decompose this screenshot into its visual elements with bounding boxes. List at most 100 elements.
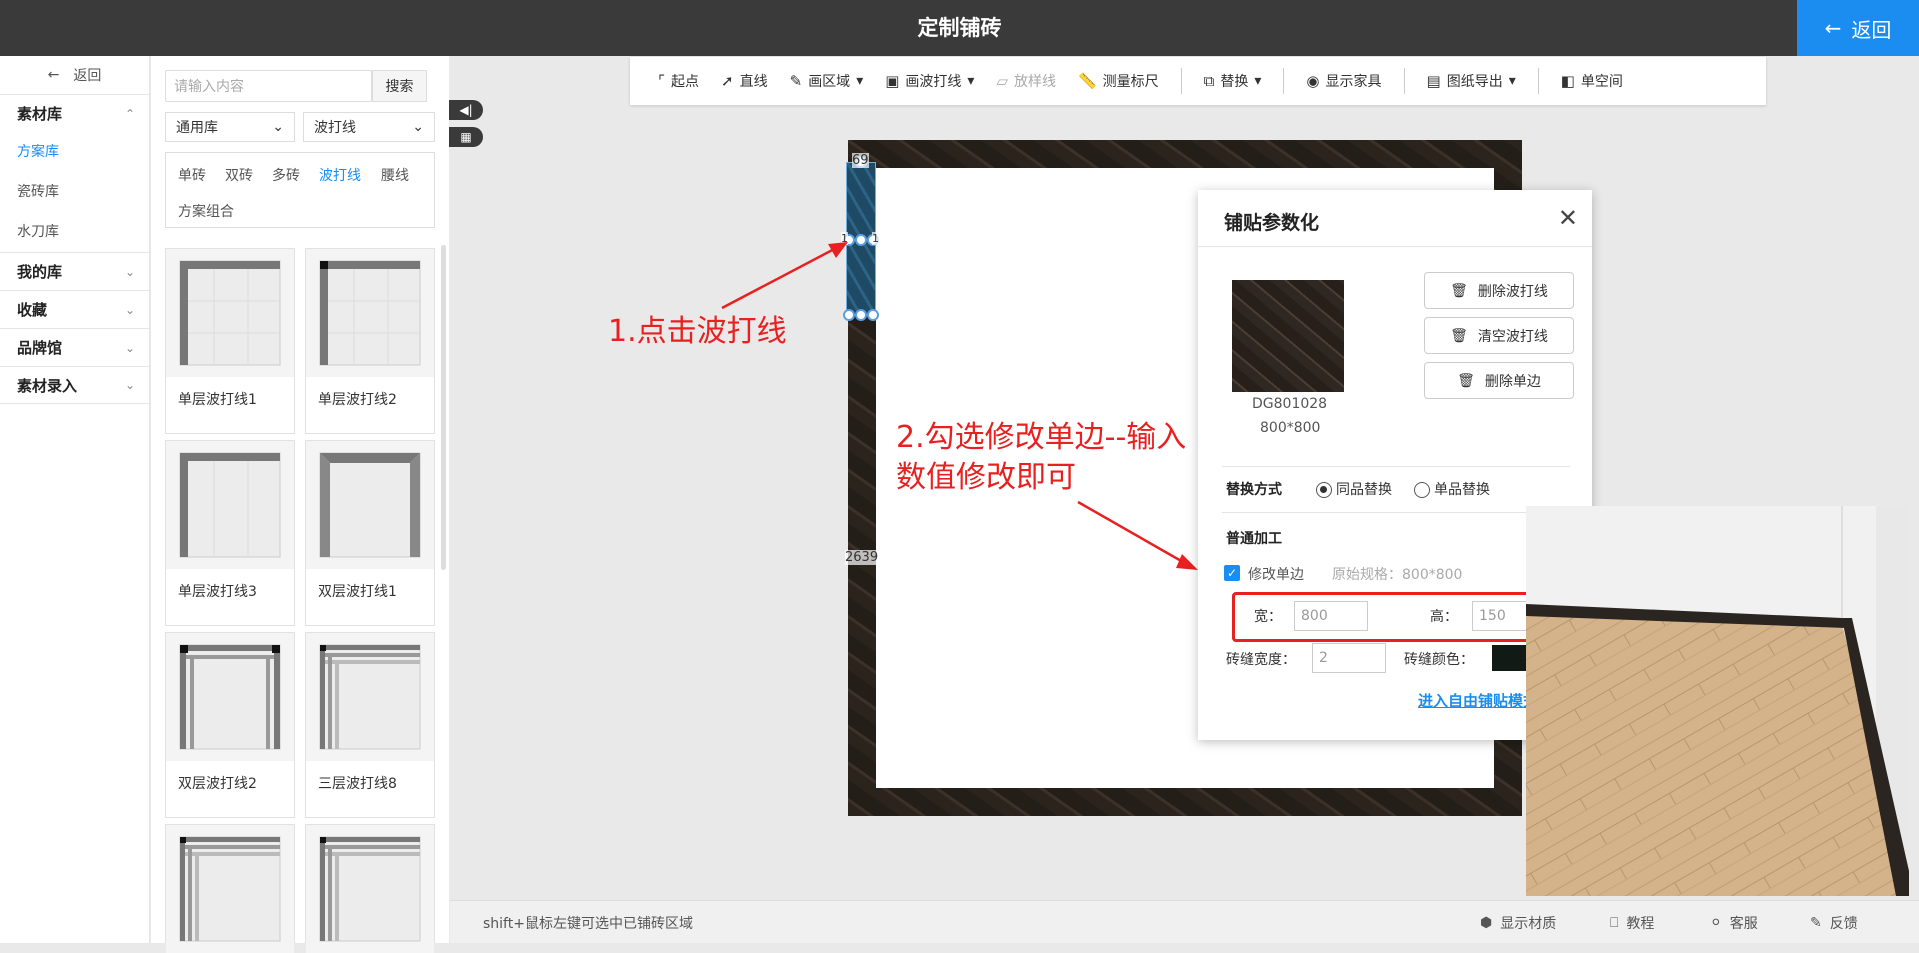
status-item-label: 教程	[1626, 916, 1655, 932]
close-icon[interactable]: ✕	[1558, 204, 1578, 232]
edit-icon: ✎	[1810, 915, 1822, 931]
library-item[interactable]: 双层波打线1	[305, 440, 435, 626]
grid-icon: ▦	[460, 130, 472, 144]
collapse-left-icon: ◀|	[459, 103, 473, 117]
nav-section-my-library[interactable]: 我的库 ⌄	[0, 252, 149, 290]
headset-icon: ⚪	[1710, 915, 1722, 931]
check-icon: ✓	[1226, 566, 1238, 580]
status-hint-text: shift+鼠标左键可选中已铺砖区域	[483, 916, 693, 932]
caret-down-icon: ▾	[967, 73, 975, 89]
filter-single-tile[interactable]: 单砖	[178, 165, 206, 185]
filter-waist-line[interactable]: 腰线	[381, 165, 409, 185]
feedback-button[interactable]: ✎ 反馈	[1810, 913, 1858, 933]
button-label: 删除波打线	[1477, 283, 1548, 300]
width-label: 宽：	[1254, 609, 1282, 625]
nav-back-button[interactable]: ← 返回	[0, 56, 149, 94]
gap-width-input[interactable]: 2	[1312, 643, 1386, 673]
nav-item-waterjet-library[interactable]: 水刀库	[0, 212, 149, 252]
library-item[interactable]: 单层波打线1	[165, 248, 295, 434]
nav-section-material-library[interactable]: 素材库 ⌃	[0, 94, 149, 132]
tile-swatch[interactable]	[1232, 280, 1344, 392]
border-pattern-thumb	[306, 825, 434, 953]
modify-edge-checkbox[interactable]: ✓	[1224, 565, 1240, 581]
radio-single-product[interactable]: 单品替换	[1414, 479, 1490, 499]
height-label: 高：	[1430, 609, 1458, 625]
original-spec: 原始规格：800*800	[1332, 567, 1463, 583]
search-input[interactable]: 请输入内容	[165, 70, 372, 102]
category-select[interactable]: 波打线 ⌄	[303, 112, 435, 142]
eye-icon: ◉	[1306, 72, 1320, 90]
trash-icon: 🗑	[1457, 372, 1475, 389]
show-material-button[interactable]: ⬢ 显示材质	[1480, 913, 1556, 933]
radio-checked-icon	[1316, 482, 1332, 498]
height-value: 150	[1479, 608, 1506, 624]
tool-label: 直线	[739, 74, 768, 90]
filter-border-line[interactable]: 波打线	[319, 165, 361, 185]
gap-width-value: 2	[1319, 650, 1328, 666]
tool-label: 替换	[1220, 74, 1249, 90]
library-item-label: 双层波打线1	[318, 584, 397, 600]
nav-item-tile-library[interactable]: 瓷砖库	[0, 172, 149, 212]
tool-start-point[interactable]: ⌜ 起点	[658, 71, 699, 91]
nav-section-brand-hall[interactable]: 品牌馆 ⌄	[0, 328, 149, 366]
tool-single-space[interactable]: ◧ 单空间	[1561, 71, 1623, 91]
tile-size: 800*800	[1260, 420, 1321, 436]
tool-measure[interactable]: 📏 测量标尺	[1078, 71, 1159, 91]
nav-section-label: 收藏	[17, 301, 48, 319]
border-pattern-thumb	[306, 249, 434, 377]
status-item-label: 显示材质	[1500, 916, 1557, 932]
library-item[interactable]	[305, 824, 435, 953]
library-item-label: 双层波打线2	[178, 776, 257, 792]
tool-label: 放样线	[1013, 74, 1056, 90]
start-point-icon: ⌜	[658, 72, 666, 90]
tool-straight-line[interactable]: ➚ 直线	[721, 71, 768, 91]
dialog-divider	[1222, 466, 1570, 467]
filter-scheme-combo[interactable]: 方案组合	[178, 201, 234, 221]
button-label: 清空波打线	[1477, 328, 1548, 345]
search-placeholder: 请输入内容	[174, 79, 244, 95]
library-item[interactable]: 双层波打线2	[165, 632, 295, 818]
filter-tabs: 单砖 双砖 多砖 波打线 腰线 方案组合	[165, 152, 435, 228]
library-item[interactable]: 三层波打线8	[305, 632, 435, 818]
tool-label: 画区域	[808, 74, 851, 90]
dialog-title: 铺贴参数化	[1224, 212, 1320, 234]
tool-draw-border[interactable]: ▣ 画波打线 ▾	[885, 71, 974, 91]
nav-section-material-entry[interactable]: 素材录入 ⌄	[0, 366, 149, 404]
tool-show-furniture[interactable]: ◉ 显示家具	[1306, 71, 1381, 91]
library-item-label: 单层波打线1	[178, 392, 257, 408]
library-item[interactable]: 单层波打线3	[165, 440, 295, 626]
replace-icon: ⧉	[1203, 72, 1215, 90]
free-paving-mode-link[interactable]: 进入自由铺贴模式	[1418, 690, 1538, 711]
filter-double-tile[interactable]: 双砖	[225, 165, 253, 185]
delete-edge-button[interactable]: 🗑 删除单边	[1424, 362, 1574, 399]
search-button[interactable]: 搜索	[372, 70, 427, 102]
library-item[interactable]: 单层波打线2	[305, 248, 435, 434]
nav-item-scheme-library[interactable]: 方案库	[0, 132, 149, 172]
tool-export-drawing[interactable]: ▤ 图纸导出 ▾	[1427, 71, 1516, 91]
nav-section-favorites[interactable]: 收藏 ⌄	[0, 290, 149, 328]
grid-view-button[interactable]: ▦	[449, 127, 483, 147]
back-button[interactable]: ← 返回	[1797, 0, 1919, 56]
nav-section-label: 素材库	[17, 105, 63, 123]
tool-draw-area[interactable]: ✎ 画区域 ▾	[790, 71, 864, 91]
customer-service-button[interactable]: ⚪ 客服	[1710, 913, 1758, 933]
clear-border-button[interactable]: 🗑 清空波打线	[1424, 317, 1574, 354]
arrow-left-icon: ←	[1824, 16, 1842, 40]
radio-same-product[interactable]: 同品替换	[1316, 479, 1392, 499]
filter-multi-tile[interactable]: 多砖	[272, 165, 300, 185]
library-select[interactable]: 通用库 ⌄	[165, 112, 295, 142]
tutorial-button[interactable]: ⎕ 教程	[1610, 913, 1654, 933]
radio-label: 同品替换	[1336, 482, 1392, 498]
library-scrollbar[interactable]	[441, 245, 446, 570]
delete-border-button[interactable]: 🗑 删除波打线	[1424, 272, 1574, 309]
toolbar-divider	[1283, 68, 1285, 94]
3d-preview[interactable]	[1526, 506, 1909, 896]
tool-layout-line[interactable]: ▱ 放样线	[996, 71, 1056, 91]
processing-label: 普通加工	[1226, 531, 1282, 547]
collapse-panel-button[interactable]: ◀|	[449, 100, 483, 120]
tool-replace[interactable]: ⧉ 替换 ▾	[1204, 71, 1262, 91]
map-icon: ▤	[1426, 72, 1441, 90]
library-item[interactable]	[165, 824, 295, 953]
line-icon: ➚	[721, 72, 734, 90]
width-input[interactable]: 800	[1294, 601, 1368, 631]
